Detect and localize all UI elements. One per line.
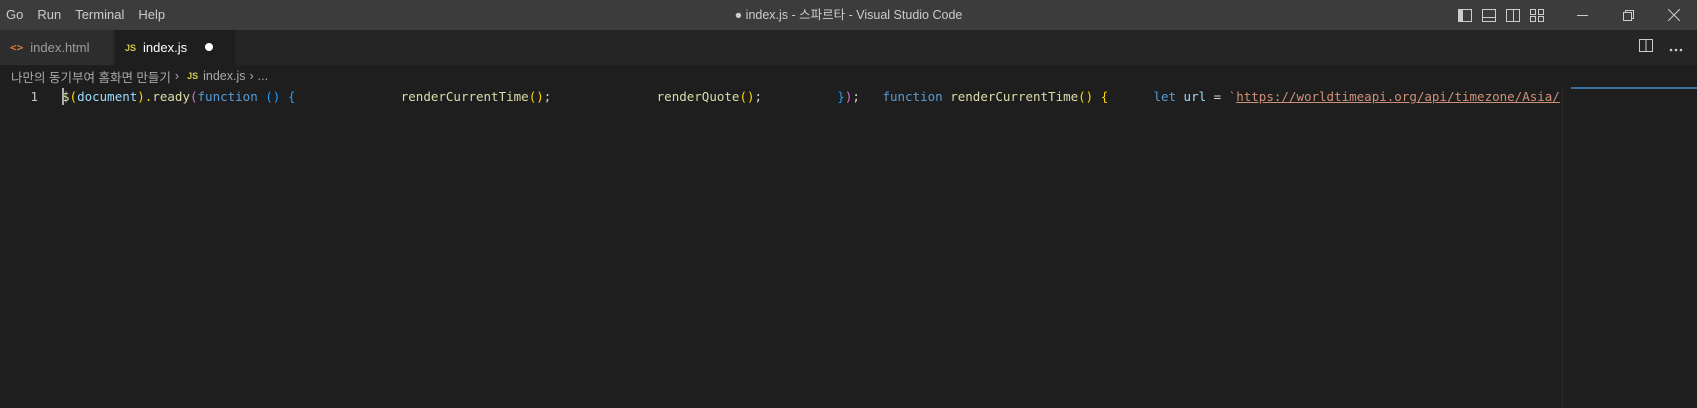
split-editor-icon[interactable]: [1639, 38, 1653, 57]
code-token: (): [1078, 89, 1094, 104]
editor-tab-bar: <> index.html JS index.js: [0, 30, 1697, 65]
code-token: (): [739, 89, 755, 104]
js-file-icon: JS: [125, 42, 137, 53]
code-token: (: [69, 89, 78, 104]
breadcrumb-file[interactable]: index.js: [203, 69, 245, 83]
code-token: (: [189, 89, 198, 104]
js-file-icon: JS: [187, 71, 199, 81]
html-file-icon: <>: [10, 41, 24, 54]
toggle-panel-icon[interactable]: [1481, 8, 1497, 22]
menu-terminal[interactable]: Terminal: [69, 0, 132, 30]
code-token: function: [882, 89, 943, 104]
menu-bar: Go Run Terminal Help: [0, 0, 173, 30]
text-cursor: [62, 88, 64, 105]
code-token: renderQuote: [656, 89, 740, 104]
code-token: https://worldtimeapi.org/api/timezone/As…: [1236, 89, 1560, 104]
menu-go[interactable]: Go: [0, 0, 31, 30]
code-token: ready: [152, 89, 190, 104]
chevron-right-icon: ›: [174, 69, 180, 83]
minimap[interactable]: [1562, 87, 1697, 408]
code-token: (): [265, 89, 281, 104]
toggle-secondary-sidebar-icon[interactable]: [1505, 8, 1521, 22]
code-token: ;: [754, 89, 763, 104]
code-token: ).: [137, 89, 153, 104]
code-line[interactable]: $(document).ready(function () { renderCu…: [62, 87, 1562, 106]
layout-controls: [1457, 0, 1545, 30]
code-token: }: [837, 89, 845, 104]
tab-label: index.js: [143, 40, 188, 55]
code-token: =: [1206, 89, 1229, 104]
close-icon[interactable]: [1651, 0, 1697, 30]
window-controls: [1559, 0, 1697, 30]
customize-layout-icon[interactable]: [1529, 8, 1545, 22]
breadcrumb-folder[interactable]: 나만의 동기부여 홈화면 만들기: [11, 67, 171, 86]
unsaved-changes-dot-icon[interactable]: [205, 43, 213, 51]
tab-label: index.html: [30, 40, 90, 55]
minimize-icon[interactable]: [1559, 0, 1605, 30]
more-actions-icon[interactable]: [1669, 39, 1683, 57]
code-token: renderCurrentTime: [400, 89, 529, 104]
code-token: ;: [852, 89, 883, 104]
code-token: document: [77, 89, 138, 104]
menu-help[interactable]: Help: [132, 0, 173, 30]
title-bar: Go Run Terminal Help ● index.js - 스파르타 -…: [0, 0, 1697, 30]
code-token: function: [197, 89, 258, 104]
editor-actions: [1639, 30, 1697, 65]
toggle-primary-sidebar-icon[interactable]: [1457, 8, 1473, 22]
code-token: (): [528, 89, 544, 104]
breadcrumb: 나만의 동기부여 홈화면 만들기 › JS index.js › ...: [0, 65, 1697, 87]
code-token: renderCurrentTime: [950, 89, 1079, 104]
chevron-right-icon: ›: [249, 69, 254, 83]
tab-index-html[interactable]: <> index.html: [0, 30, 114, 65]
menu-run[interactable]: Run: [31, 0, 69, 30]
tab-index-js[interactable]: JS index.js: [115, 30, 235, 65]
breadcrumb-symbols[interactable]: ...: [258, 69, 268, 83]
line-number: 1: [30, 89, 38, 104]
code-token: url: [1183, 89, 1207, 104]
code-editor[interactable]: 1 $(document).ready(function () { render…: [0, 87, 1697, 408]
restore-icon[interactable]: [1605, 0, 1651, 30]
window-title: ● index.js - 스파르타 - Visual Studio Code: [734, 8, 963, 22]
minimap-slider[interactable]: [1571, 87, 1697, 89]
code-token: let: [1153, 89, 1177, 104]
